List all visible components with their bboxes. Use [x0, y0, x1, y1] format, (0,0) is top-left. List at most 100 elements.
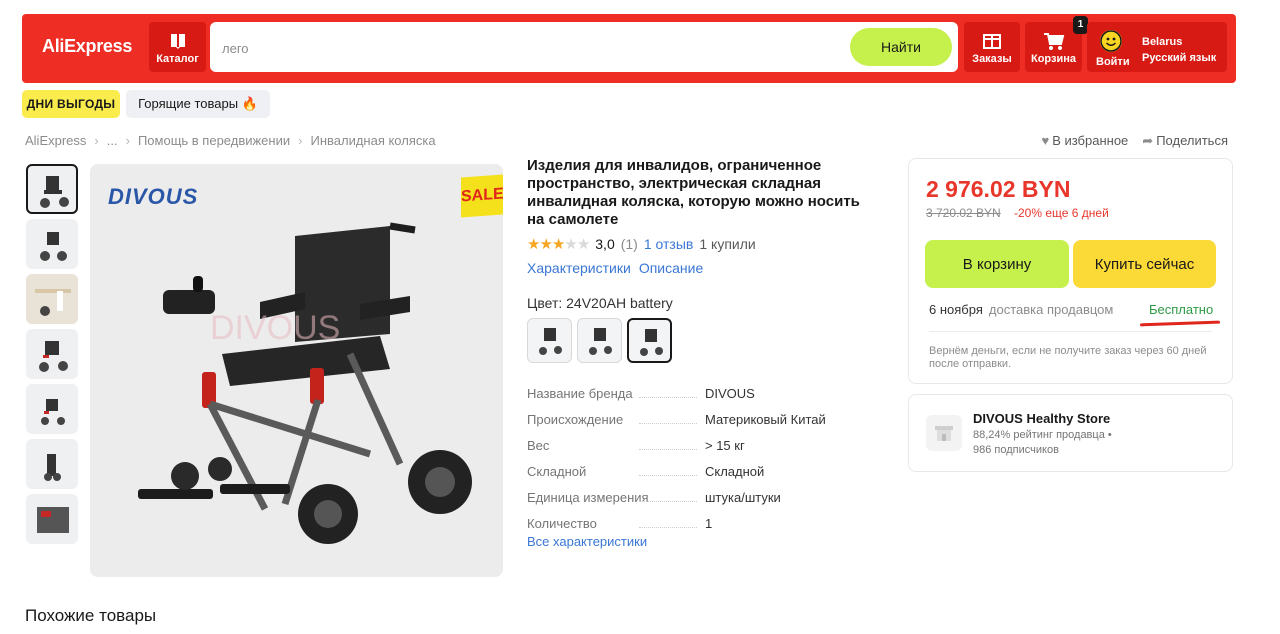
sold-count: 1 купили — [699, 236, 756, 252]
color-variants — [527, 318, 672, 363]
delivery-info: 6 ноября доставка продавцом — [929, 302, 1113, 317]
thumbnail[interactable] — [26, 384, 78, 434]
thumbnail[interactable] — [26, 164, 78, 214]
cart-button[interactable]: 1 Корзина — [1025, 16, 1088, 72]
thumbnail[interactable] — [26, 274, 78, 324]
book-icon — [170, 34, 185, 49]
star-icon: ★ — [564, 236, 577, 253]
all-specs-link[interactable]: Все характеристики — [527, 534, 647, 549]
thumbnail[interactable] — [26, 494, 78, 544]
thumbnail[interactable] — [26, 329, 78, 379]
old-price: 3 720.02 BYN — [926, 206, 1001, 220]
product-title: Изделия для инвалидов, ограниченное прос… — [527, 157, 860, 228]
thumbnail[interactable] — [26, 219, 78, 269]
page-actions: ♥ В избранное ➦ Поделиться — [1041, 133, 1228, 149]
store-name[interactable]: DIVOUS Healthy Store — [973, 411, 1110, 426]
spec-row: Количество 1 — [527, 510, 887, 536]
tab-description[interactable]: Описание — [639, 260, 703, 276]
hot-deals-chip[interactable]: Горящие товары 🔥 — [126, 90, 270, 118]
spec-row: Единица измерения штука/штуки — [527, 484, 887, 510]
breadcrumb-item[interactable]: AliExpress — [25, 133, 86, 148]
star-icon: ★ — [527, 236, 540, 253]
orders-button[interactable]: Заказы — [964, 22, 1020, 72]
store-card[interactable]: DIVOUS Healthy Store 88,24% рейтинг прод… — [908, 394, 1233, 472]
variant-thumb-image — [589, 328, 612, 355]
divider — [929, 331, 1212, 332]
rating-stars: ★★★★★ — [527, 235, 590, 253]
specs-list: Название бренда DIVOUS Происхождение Мат… — [527, 380, 887, 536]
tab-specs[interactable]: Характеристики — [527, 260, 631, 276]
star-icon: ★ — [576, 236, 590, 253]
cart-label: Корзина — [1031, 53, 1076, 65]
spec-key: Вес — [527, 438, 705, 453]
language-label: Русский язык — [1142, 52, 1217, 64]
discount-label: -20% еще 6 дней — [1014, 206, 1109, 220]
chevron-right-icon: › — [125, 133, 130, 148]
region-language[interactable]: Belarus Русский язык — [1142, 34, 1216, 66]
refund-note: Вернём деньги, если не получите заказ че… — [929, 345, 1207, 370]
spec-key: Единица измерения — [527, 490, 705, 505]
spec-value: > 15 кг — [705, 437, 745, 453]
search-button[interactable]: Найти — [850, 28, 952, 66]
wheelchair-thumb-image — [40, 176, 69, 208]
catalog-button[interactable]: Каталог — [149, 22, 206, 72]
login-button[interactable]: Войти Belarus Русский язык — [1087, 22, 1227, 72]
favorite-button[interactable]: ♥ В избранное — [1041, 133, 1128, 149]
box-icon — [983, 34, 1001, 49]
top-header: AliExpress Каталог Найти Заказы 1 — [22, 14, 1236, 83]
add-to-cart-button[interactable]: В корзину — [925, 240, 1069, 288]
store-subscribers: 986 подписчиков — [973, 444, 1059, 456]
chevron-right-icon: › — [298, 133, 303, 148]
store-icon — [926, 415, 962, 451]
breadcrumb-item[interactable]: Инвалидная коляска — [310, 133, 435, 148]
catalog-label: Каталог — [156, 53, 199, 65]
region-label: Belarus — [1142, 36, 1183, 48]
spec-key: Количество — [527, 516, 705, 531]
similar-products-title: Похожие товары — [25, 606, 157, 625]
buy-now-button[interactable]: Купить сейчас — [1073, 240, 1216, 288]
breadcrumb-item[interactable]: Помощь в передвижении — [138, 133, 290, 148]
share-icon: ➦ — [1142, 133, 1154, 148]
delivery-date: 6 ноября — [929, 302, 983, 317]
search-input[interactable] — [222, 36, 822, 60]
breadcrumb-item[interactable]: ... — [107, 133, 118, 148]
spec-value: DIVOUS — [705, 385, 755, 401]
color-variant[interactable] — [527, 318, 572, 363]
login-label: Войти — [1096, 56, 1130, 68]
delivery-method: доставка продавцом — [988, 302, 1114, 317]
red-underline-annotation — [1139, 320, 1221, 327]
orders-label: Заказы — [972, 53, 1012, 65]
search-bar: Найти — [210, 22, 958, 72]
variant-thumb-image — [640, 329, 663, 356]
wheelchair-image: DIVOUS — [138, 222, 472, 544]
spec-key: Происхождение — [527, 412, 705, 427]
thumbnail[interactable] — [26, 439, 78, 489]
wheelchair-thumb-image — [39, 341, 68, 372]
spec-key: Название бренда — [527, 386, 705, 401]
color-variant[interactable] — [577, 318, 622, 363]
variant-thumb-image — [539, 328, 562, 355]
favorite-label: В избранное — [1052, 133, 1129, 148]
chevron-right-icon: › — [94, 133, 99, 148]
spec-value: Материковый Китай — [705, 411, 826, 427]
smile-icon — [1100, 30, 1122, 52]
product-tabs: Характеристики Описание — [527, 260, 703, 276]
rating-value: 3,0 — [595, 236, 615, 252]
spec-row: Вес > 15 кг — [527, 432, 887, 458]
deals-days-chip[interactable]: ДНИ ВЫГОДЫ — [22, 90, 120, 118]
heart-icon: ♥ — [1041, 133, 1050, 148]
share-button[interactable]: ➦ Поделиться — [1142, 133, 1228, 149]
color-variant-selected[interactable] — [627, 318, 672, 363]
spec-row: Складной Складной — [527, 458, 887, 484]
main-product-image[interactable]: DIVOUS SALE DIVOUS — [90, 164, 503, 577]
cart-count-badge: 1 — [1073, 16, 1088, 34]
spec-key: Складной — [527, 464, 705, 479]
reviews-link[interactable]: 1 отзыв — [644, 236, 694, 252]
current-price: 2 976.02 BYN — [926, 176, 1071, 202]
aliexpress-logo[interactable]: AliExpress — [42, 36, 132, 57]
folded-wheelchair-thumb-image — [44, 454, 61, 481]
wheelchair-detail-thumb-image — [37, 507, 69, 533]
price-card: 2 976.02 BYN 3 720.02 BYN -20% еще 6 дне… — [908, 158, 1233, 384]
spec-value: Складной — [705, 463, 765, 479]
rating-count: (1) — [620, 236, 638, 252]
